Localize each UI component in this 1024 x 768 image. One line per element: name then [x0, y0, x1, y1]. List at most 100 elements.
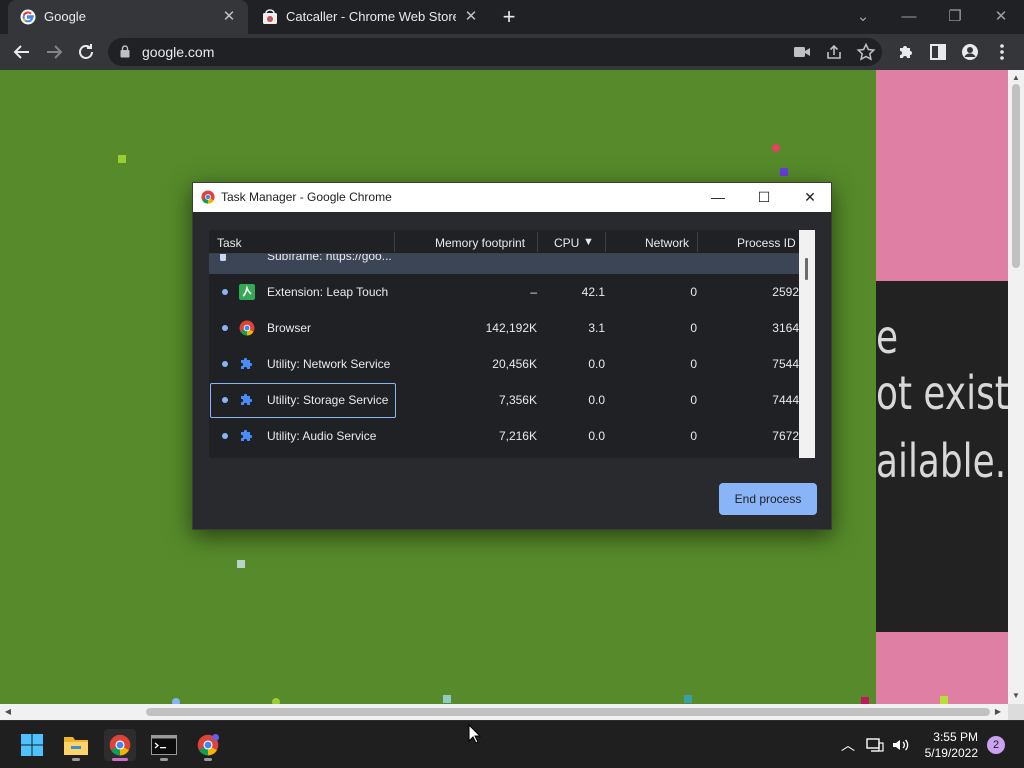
show-hidden-icons-chevron-icon[interactable]: ︿ [838, 735, 858, 755]
column-header-task[interactable]: Task [217, 236, 242, 250]
cpu-value: 0.0 [588, 429, 605, 443]
web-store-icon [263, 9, 277, 24]
cpu-value: 42.1 [581, 285, 605, 299]
table-row[interactable]: Subframe: https://goo... [209, 254, 799, 274]
reload-icon[interactable] [74, 40, 98, 64]
column-divider[interactable] [394, 232, 395, 252]
close-window-button[interactable]: ✕ [988, 4, 1014, 30]
extensions-puzzle-icon[interactable] [894, 40, 918, 64]
task-manager-window[interactable]: Task Manager - Google Chrome — ☐ ✕ Task … [192, 182, 832, 530]
scroll-left-arrow-icon[interactable]: ◀ [2, 706, 14, 718]
taskbar-indicator [160, 758, 168, 761]
tab-google[interactable]: Google ✕ [8, 0, 248, 34]
task-name: Utility: Storage Service [267, 393, 389, 407]
scroll-down-arrow-icon[interactable]: ▼ [1008, 690, 1024, 702]
memory-value: 7,356K [498, 393, 537, 407]
task-manager-titlebar[interactable]: Task Manager - Google Chrome — ☐ ✕ [193, 183, 831, 212]
tab-strip: Google ✕ Catcaller - Chrome Web Store ✕ … [0, 0, 1024, 34]
sort-descending-icon[interactable]: ▼ [583, 236, 594, 248]
share-icon[interactable] [824, 43, 844, 61]
taskbar-clock[interactable]: 3:55 PM 5/19/2022 [912, 729, 978, 761]
lock-icon[interactable] [120, 45, 130, 58]
table-row[interactable]: Browser 142,192K 3.1 0 3164 [209, 310, 799, 346]
decorative-dot [118, 155, 126, 163]
task-name: Utility: Audio Service [267, 429, 377, 443]
page-vertical-scrollbar[interactable]: ▲ ▼ [1008, 70, 1024, 704]
process-table[interactable]: Task Memory footprint CPU ▼ Network Proc… [209, 230, 815, 458]
task-name: Subframe: https://goo... [267, 254, 392, 263]
taskbar-indicator [204, 758, 212, 761]
row-bullet [222, 433, 228, 439]
network-value: 0 [690, 429, 697, 443]
url-text: google.com [142, 44, 215, 60]
table-vertical-scrollbar[interactable] [799, 230, 815, 458]
end-process-button[interactable]: End process [719, 483, 817, 515]
column-divider[interactable] [697, 232, 698, 252]
camera-icon[interactable] [792, 43, 812, 61]
table-header: Task Memory footprint CPU ▼ Network Proc… [209, 230, 799, 254]
table-row[interactable]: Utility: Audio Service 7,216K 0.0 0 7672 [209, 418, 799, 454]
notification-badge[interactable]: 2 [987, 736, 1005, 754]
restore-window-button[interactable]: ❐ [942, 4, 968, 30]
taskbar-file-explorer[interactable] [60, 729, 92, 761]
scrollbar-thumb[interactable] [1012, 84, 1020, 268]
start-button[interactable] [16, 729, 48, 761]
profile-avatar-icon[interactable] [958, 40, 982, 64]
scroll-up-arrow-icon[interactable]: ▲ [1008, 72, 1024, 84]
table-row[interactable]: Utility: Network Service 20,456K 0.0 0 7… [209, 346, 799, 382]
network-value: 0 [690, 285, 697, 299]
taskbar-chrome[interactable] [104, 729, 136, 761]
scroll-right-arrow-icon[interactable]: ▶ [992, 706, 1004, 718]
chrome-icon [201, 190, 215, 204]
browser-toolbar: google.com [0, 34, 1024, 70]
scrollbar-thumb[interactable] [805, 258, 808, 280]
volume-icon[interactable] [890, 735, 910, 755]
page-horizontal-scrollbar[interactable]: ◀ ▶ [0, 704, 1008, 720]
taskbar-chrome-profile[interactable] [192, 729, 224, 761]
chrome-icon [109, 734, 131, 756]
memory-value: – [530, 285, 537, 299]
new-tab-button[interactable]: + [497, 5, 521, 29]
clock-date: 5/19/2022 [924, 746, 978, 760]
page-text-fragment: ot exist [876, 366, 1008, 420]
memory-value: 142,192K [485, 321, 537, 335]
back-icon[interactable] [10, 40, 34, 64]
column-header-cpu[interactable]: CPU [554, 236, 579, 250]
network-value: 0 [690, 321, 697, 335]
tab-search-chevron-icon[interactable]: ⌄ [850, 4, 876, 30]
column-divider[interactable] [605, 232, 606, 252]
scrollbar-thumb[interactable] [146, 708, 990, 716]
network-value: 0 [690, 393, 697, 407]
taskbar-indicator [72, 758, 80, 761]
chrome-menu-icon[interactable] [990, 40, 1014, 64]
minimize-window-button[interactable]: — [896, 4, 922, 30]
column-header-memory[interactable]: Memory footprint [435, 236, 525, 250]
chrome-profile-icon [197, 734, 219, 756]
table-row[interactable]: Utility: Storage Service 7,356K 0.0 0 74… [209, 382, 799, 418]
maximize-button[interactable]: ☐ [749, 185, 779, 209]
table-row[interactable]: Extension: Leap Touch – 42.1 0 2592 [209, 274, 799, 310]
cpu-value: 3.1 [588, 321, 605, 335]
puzzle-icon [241, 429, 253, 441]
bookmark-star-icon[interactable] [856, 43, 876, 61]
network-icon[interactable] [865, 735, 885, 755]
process-id-value: 2592 [772, 285, 799, 299]
address-bar[interactable]: google.com [108, 38, 882, 66]
column-header-network[interactable]: Network [645, 236, 689, 250]
column-divider[interactable] [537, 232, 538, 252]
forward-icon[interactable] [42, 40, 66, 64]
row-bullet [222, 325, 228, 331]
minimize-button[interactable]: — [703, 185, 733, 209]
extension-leap-icon [239, 284, 255, 300]
column-header-process-id[interactable]: Process ID [737, 236, 796, 250]
memory-value: 20,456K [492, 357, 537, 371]
tab-catcaller[interactable]: Catcaller - Chrome Web Store ✕ [250, 0, 490, 34]
side-panel-icon[interactable] [926, 40, 950, 64]
page-text-fragment: ailable. [876, 434, 1007, 488]
tab-close-icon[interactable]: ✕ [462, 8, 480, 26]
terminal-icon [151, 735, 177, 755]
process-id-value: 7544 [772, 357, 799, 371]
taskbar-terminal[interactable] [148, 729, 180, 761]
tab-close-icon[interactable]: ✕ [220, 8, 238, 26]
close-button[interactable]: ✕ [795, 185, 825, 209]
